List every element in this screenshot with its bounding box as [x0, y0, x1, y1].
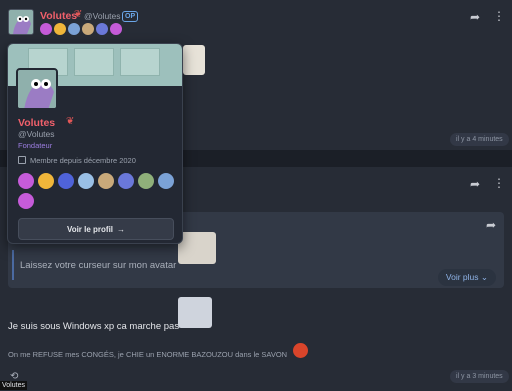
- signature-text: On me REFUSE mes CONGÉS, je CHIE un ENOR…: [8, 350, 288, 359]
- quote-text: Laissez votre curseur sur mon avatar: [20, 260, 177, 271]
- badge-icon[interactable]: [18, 193, 34, 209]
- member-since: Membre depuis décembre 2020: [30, 156, 136, 165]
- profile-avatar[interactable]: [16, 68, 58, 110]
- share-icon[interactable]: ➦: [470, 10, 480, 24]
- badge-icon[interactable]: [40, 23, 52, 35]
- view-profile-button[interactable]: Voir le profil →: [18, 218, 174, 240]
- feather-icon: ❦: [66, 116, 75, 127]
- badge-icon[interactable]: [68, 23, 80, 35]
- badge-icon[interactable]: [98, 173, 114, 189]
- author-badges: [40, 23, 122, 35]
- profile-badges: [18, 173, 178, 209]
- badge-icon[interactable]: [118, 173, 134, 189]
- quote-bar: [12, 250, 14, 280]
- badge-icon[interactable]: [38, 173, 54, 189]
- devil-emoji-icon: [293, 343, 308, 358]
- voir-plus-button[interactable]: Voir plus ⌄: [437, 269, 496, 286]
- calendar-icon: [18, 156, 26, 164]
- profile-handle: @Volutes: [18, 129, 55, 139]
- post-image: [183, 45, 205, 75]
- badge-icon[interactable]: [58, 173, 74, 189]
- author-handle: @Volutes: [84, 11, 121, 21]
- more-options-icon[interactable]: ⋮: [493, 176, 505, 190]
- badge-icon[interactable]: [158, 173, 174, 189]
- badge-icon[interactable]: [96, 23, 108, 35]
- post-timestamp: il y a 4 minutes: [450, 133, 509, 146]
- badge-icon[interactable]: [82, 23, 94, 35]
- badge-icon[interactable]: [18, 173, 34, 189]
- author-avatar[interactable]: [8, 9, 34, 35]
- post-timestamp: il y a 3 minutes: [450, 370, 509, 383]
- profile-role: Fondateur: [18, 141, 53, 150]
- message-text: Je suis sous Windows xp ca marche pas: [8, 321, 180, 332]
- badge-icon[interactable]: [54, 23, 66, 35]
- quote-image: [178, 232, 216, 264]
- share-icon[interactable]: ➦: [486, 218, 496, 232]
- more-options-icon[interactable]: ⋮: [493, 9, 505, 23]
- author-name[interactable]: Volutes: [40, 10, 77, 22]
- badge-icon[interactable]: [110, 23, 122, 35]
- profile-hover-card: Volutes ❦ @Volutes Fondateur Membre depu…: [7, 43, 183, 244]
- profile-name: Volutes: [18, 117, 56, 129]
- feather-icon: ❦: [74, 9, 83, 20]
- op-badge: OP: [122, 11, 139, 22]
- badge-icon[interactable]: [78, 173, 94, 189]
- badge-icon[interactable]: [138, 173, 154, 189]
- footer-username: Volutes: [0, 381, 27, 390]
- message-image: [178, 297, 212, 328]
- arrow-right-icon: →: [117, 224, 126, 234]
- share-icon[interactable]: ➦: [470, 177, 480, 191]
